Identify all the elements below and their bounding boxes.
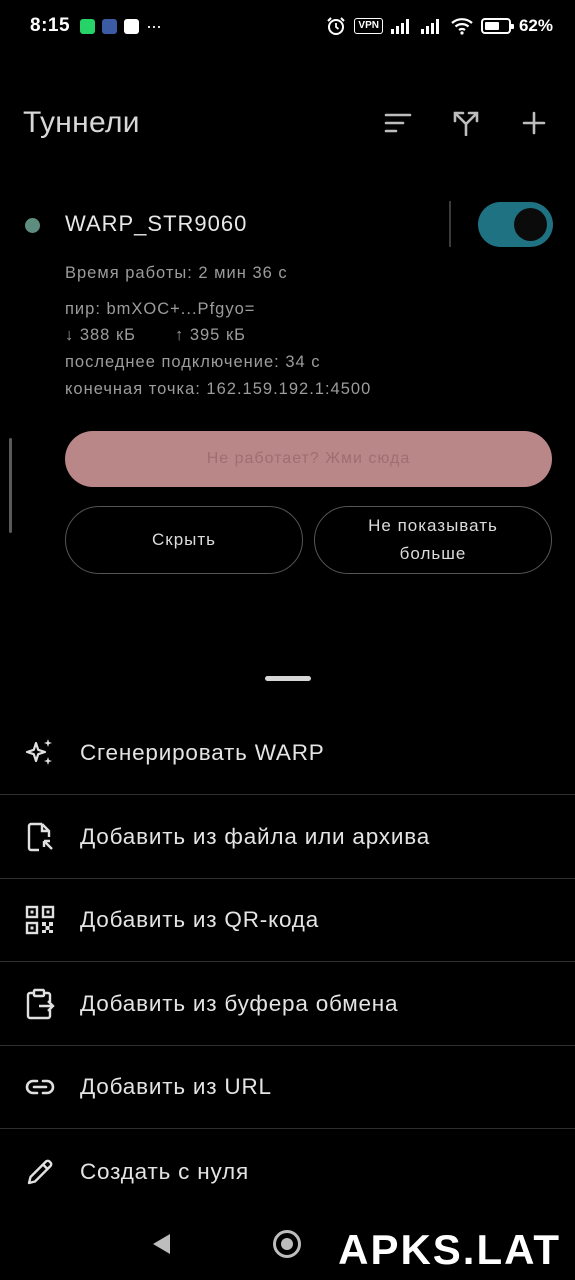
sheet-drag-handle[interactable] [265,676,311,681]
clipboard-icon [24,988,56,1020]
home-button[interactable] [273,1230,301,1258]
dont-show-line1: Не показывать [368,516,498,535]
menu-item-add-from-file[interactable]: Добавить из файла или архива [0,796,575,879]
signal-icon [390,19,409,34]
dont-show-again-button[interactable]: Не показывать больше [314,506,552,574]
scrollbar[interactable] [9,438,12,533]
add-icon [522,111,546,135]
menu-item-label: Добавить из URL [80,1074,272,1099]
link-icon [24,1071,56,1103]
pencil-icon [24,1156,56,1188]
notification-icons: ··· [80,15,162,37]
add-tunnel-button[interactable] [519,106,549,140]
tunnel-last-handshake: последнее подключение: 34 с [65,353,321,371]
edit-app-icon [124,18,140,34]
status-time: 8:15 [30,15,71,36]
watermark-logo: APKS.LAT [338,1226,561,1273]
app-notification-icon [102,18,118,34]
tunnel-uptime: Время работы: 2 мин 36 с [65,264,288,282]
menu-item-add-from-url[interactable]: Добавить из URL [0,1046,575,1129]
tunnel-peer: пир: bmXOC+...Pfgyo= [65,300,256,318]
battery-fill [484,22,499,30]
sparkle-icon [24,737,56,769]
sort-button[interactable] [383,106,413,140]
add-tunnel-sheet: Сгенерировать WARP Добавить из файла или… [0,645,575,1205]
menu-item-label: Создать с нуля [80,1158,249,1184]
more-notifications-icon: ··· [146,15,162,36]
tunnel-tx: ↑ 395 кБ [175,326,246,344]
menu-item-add-from-qr[interactable]: Добавить из QR-кода [0,879,575,962]
alarm-icon [327,17,346,35]
signal-2-icon [420,19,439,34]
hide-button[interactable]: Скрыть [65,506,303,574]
battery-percent: 62% [518,16,553,35]
toggle-knob [514,208,547,241]
dont-show-label: Не показывать больше [368,512,498,568]
status-bar: 8:15 ··· VPN 62% [0,0,575,52]
wifi-icon [451,18,473,35]
whatsapp-icon [80,18,96,34]
menu-item-label: Сгенерировать WARP [80,740,325,765]
sort-icon [384,113,412,133]
menu-item-label: Добавить из файла или архива [80,824,431,849]
tunnel-rx: ↓ 388 кБ [65,326,136,344]
qr-code-icon [24,904,56,936]
navigation-bar: APKS.LAT [0,1208,575,1280]
split-tunnel-button[interactable] [451,106,481,140]
menu-item-generate-warp[interactable]: Сгенерировать WARP [0,712,575,795]
menu-item-add-from-clipboard[interactable]: Добавить из буфера обмена [0,963,575,1046]
menu-item-label: Добавить из QR-кода [80,907,320,932]
tunnel-toggle[interactable] [478,202,553,247]
vpn-icon: VPN [354,18,383,34]
split-tunnel-icon [453,111,479,136]
header-actions [383,106,549,140]
battery-icon [480,18,514,34]
tunnel-name[interactable]: WARP_STR9060 [65,211,247,237]
page-title: Туннели [23,106,140,139]
toggle-divider [449,201,451,247]
file-import-icon [24,821,56,853]
tunnel-status-dot [25,218,40,233]
system-icons: VPN 62% [326,16,553,36]
not-working-button[interactable]: Не работает? Жми сюда [65,431,552,487]
menu-item-create-from-scratch[interactable]: Создать с нуля [0,1130,575,1213]
menu-item-label: Добавить из буфера обмена [80,991,399,1016]
back-icon[interactable] [150,1232,172,1256]
tunnel-endpoint: конечная точка: 162.159.192.1:4500 [65,380,372,398]
dont-show-line2: больше [399,544,467,563]
